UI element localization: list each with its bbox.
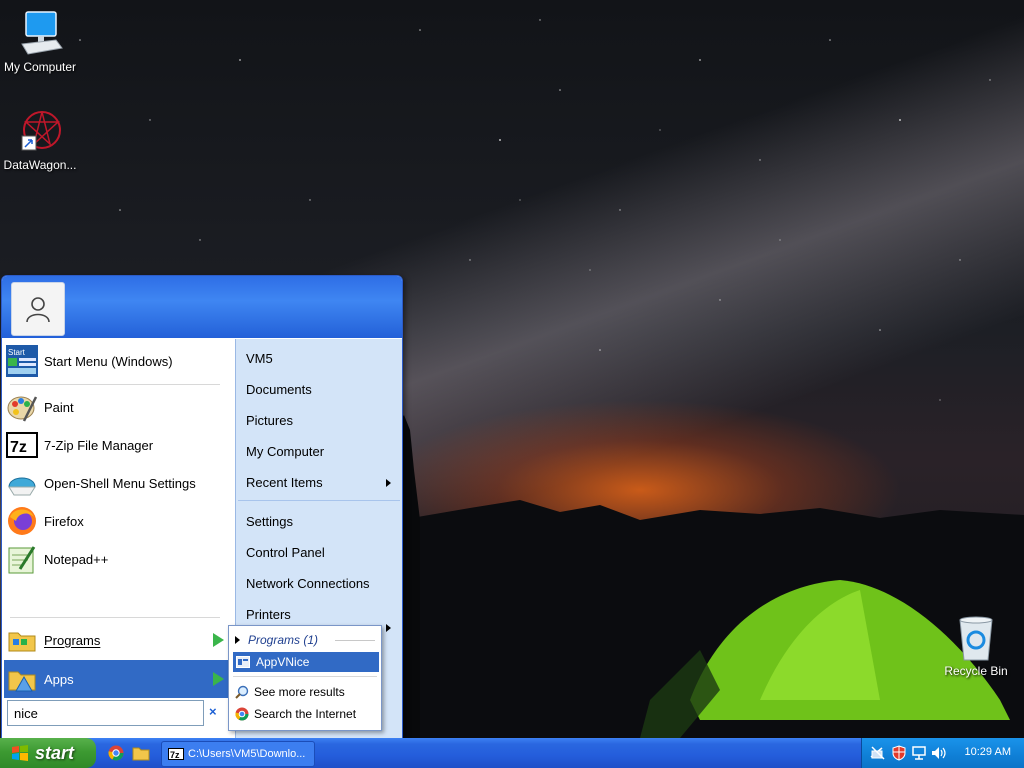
svg-text:7z: 7z [170,750,180,760]
right-item-pictures[interactable]: Pictures [246,413,293,428]
start-menu-left-pane: Start Start Menu (Windows) Paint 7z 7-Zi… [2,339,234,738]
network-warning-icon[interactable] [870,745,886,761]
right-item-vm5[interactable]: VM5 [246,351,273,366]
pinned-item-notepadpp[interactable]: Notepad++ [6,541,230,577]
divider [10,617,220,618]
divider [10,384,220,385]
result-appvnice[interactable]: AppVNice [233,652,379,672]
open-shell-icon [6,467,38,499]
chrome-icon [235,707,249,721]
start-button[interactable]: start [0,738,96,768]
system-tray: 10:29 AM [861,738,1024,768]
programs-expand-arrow-icon [213,633,224,647]
see-more-results[interactable]: See more results [235,685,345,699]
user-avatar-icon[interactable] [11,282,65,336]
search-internet-label: Search the Internet [254,707,357,721]
clock[interactable]: 10:29 AM [965,746,1011,758]
divider [233,676,377,677]
chrome-quicklaunch-icon[interactable] [108,745,124,761]
result-label: AppVNice [256,655,310,669]
desktop-icon-label: Recycle Bin [944,664,1008,678]
clear-search-icon[interactable]: × [209,704,217,719]
recycle-bin-icon [952,614,1000,662]
programs-label: Programs [44,632,101,648]
programs-folder-icon [6,624,38,656]
submenu-arrow-icon [386,624,391,632]
right-item-control-panel[interactable]: Control Panel [246,545,325,560]
recent-items-arrow-icon [386,479,391,487]
pinned-item-start-menu-windows[interactable]: Start Start Menu (Windows) [6,343,230,379]
pinned-item-label: Start Menu (Windows) [44,353,173,369]
datawagon-shortcut-icon [16,108,64,156]
right-item-printers[interactable]: Printers [246,607,291,622]
security-shield-icon[interactable] [891,745,907,761]
pinned-item-label: 7-Zip File Manager [44,437,154,453]
apps-expand-arrow-icon [213,672,224,686]
taskbar-button-label: C:\Users\VM5\Downlo... [188,748,306,760]
firefox-icon [6,505,38,537]
apps-menu-item[interactable]: Apps [4,660,230,698]
right-item-network-connections[interactable]: Network Connections [246,576,370,591]
pinned-item-paint[interactable]: Paint [6,389,230,425]
apps-folder-icon [6,663,38,695]
taskbar-button-7zip-window[interactable]: 7z C:\Users\VM5\Downlo... [161,741,315,767]
collapse-triangle-icon[interactable] [235,636,240,644]
search-the-internet[interactable]: Search the Internet [235,707,356,721]
svg-text:Start: Start [8,348,26,357]
search-box[interactable] [7,700,204,726]
results-header: Programs (1) [235,633,318,647]
start-label: start [35,742,75,763]
pinned-item-label: Paint [44,399,74,415]
app-window-icon [236,656,250,668]
search-results-menu: Programs (1) AppVNice See more results S… [228,625,382,731]
divider [238,500,400,501]
results-header-label: Programs (1) [248,633,319,647]
my-computer-icon [16,10,64,58]
7zip-icon: 7z [6,429,38,461]
taskbar: start 7z C:\Users\VM5\Downlo... 10:29 AM [0,738,1024,768]
desktop-icon-datawagon[interactable]: DataWagon... [0,108,80,172]
pinned-item-firefox[interactable]: Firefox [6,503,230,539]
volume-icon[interactable] [930,745,948,761]
start-menu-windows-icon: Start [6,345,38,377]
programs-menu-item[interactable]: Programs [6,622,230,658]
magnifier-icon [235,685,249,699]
svg-text:7z: 7z [10,439,27,456]
desktop-icon-label: DataWagon... [3,158,77,172]
right-item-documents[interactable]: Documents [246,382,312,397]
notepadpp-icon [6,543,38,575]
desktop-icon-my-computer[interactable]: My Computer [0,10,80,74]
right-item-settings[interactable]: Settings [246,514,293,529]
windows-logo-icon [10,744,30,762]
search-input[interactable] [12,702,196,724]
divider [335,640,375,641]
explorer-quicklaunch-icon[interactable] [132,745,150,761]
paint-icon [6,391,38,423]
see-more-label: See more results [254,685,345,699]
start-menu-header [2,276,402,338]
network-icon[interactable] [911,745,927,761]
7zip-small-icon: 7z [168,748,184,760]
right-item-my-computer[interactable]: My Computer [246,444,324,459]
pinned-item-7zip[interactable]: 7z 7-Zip File Manager [6,427,230,463]
right-item-recent-items[interactable]: Recent Items [246,475,323,490]
pinned-item-label: Firefox [44,513,84,529]
desktop-icon-label: My Computer [3,60,77,74]
pinned-item-open-shell-settings[interactable]: Open-Shell Menu Settings [6,465,230,501]
pinned-item-label: Open-Shell Menu Settings [44,475,196,491]
pinned-item-label: Notepad++ [44,551,109,567]
desktop-icon-recycle-bin[interactable]: Recycle Bin [936,614,1016,678]
apps-label: Apps [44,671,74,687]
